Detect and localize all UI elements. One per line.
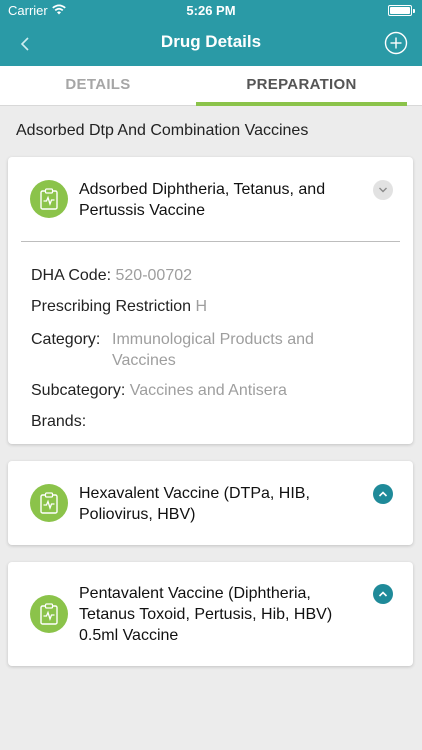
category-label: Category:: [31, 331, 101, 348]
restriction-row: Prescribing Restriction H: [31, 296, 207, 317]
nav-bar: Drug Details: [0, 22, 422, 66]
subcategory-value: Vaccines and Antisera: [129, 382, 287, 399]
page-title: Drug Details: [160, 32, 262, 51]
drug-card[interactable]: Hexavalent Vaccine (DTPa, HIB, Polioviru…: [8, 461, 413, 545]
chevron-up-icon[interactable]: [373, 584, 393, 604]
drug-card[interactable]: Pentavalent Vaccine (Diphtheria, Tetanus…: [8, 562, 413, 666]
dha-code-value: 520-00702: [115, 267, 193, 284]
subcategory-label: Subcategory:: [31, 382, 126, 399]
status-bar: Carrier 5:26 PM: [0, 0, 422, 22]
battery-icon: [388, 5, 415, 16]
clipboard-pulse-icon: [30, 180, 68, 218]
dha-code-label: DHA Code:: [31, 267, 112, 284]
brands-label: Brands:: [31, 413, 87, 430]
tab-preparation[interactable]: PREPARATION: [196, 66, 407, 106]
section-title: Adsorbed Dtp And Combination Vaccines: [16, 122, 309, 139]
app-header: Carrier 5:26 PM Drug Details: [0, 0, 422, 66]
clipboard-pulse-icon: [30, 595, 68, 633]
restriction-label: Prescribing Restriction: [31, 298, 192, 315]
drug-name: Hexavalent Vaccine (DTPa, HIB, Polioviru…: [79, 485, 310, 523]
drug-card[interactable]: Adsorbed Diphtheria, Tetanus, and Pertus…: [8, 157, 413, 444]
dha-code-row: DHA Code: 520-00702: [31, 265, 192, 286]
chevron-up-icon[interactable]: [373, 484, 393, 504]
chevron-down-icon[interactable]: [373, 180, 393, 200]
category-value: Immunological Products and Vaccines: [112, 331, 314, 369]
drug-name: Pentavalent Vaccine (Diphtheria, Tetanus…: [79, 585, 333, 644]
subcategory-row: Subcategory: Vaccines and Antisera: [31, 380, 287, 401]
tab-bar: DETAILS PREPARATION: [0, 66, 422, 106]
drug-name: Adsorbed Diphtheria, Tetanus, and Pertus…: [79, 181, 326, 219]
clipboard-pulse-icon: [30, 484, 68, 522]
status-time: 5:26 PM: [186, 3, 236, 18]
divider: [21, 241, 400, 242]
plus-circle-icon[interactable]: [384, 31, 408, 55]
active-tab-indicator: [196, 102, 407, 106]
tab-details[interactable]: DETAILS: [0, 66, 196, 106]
restriction-value: H: [195, 298, 208, 315]
